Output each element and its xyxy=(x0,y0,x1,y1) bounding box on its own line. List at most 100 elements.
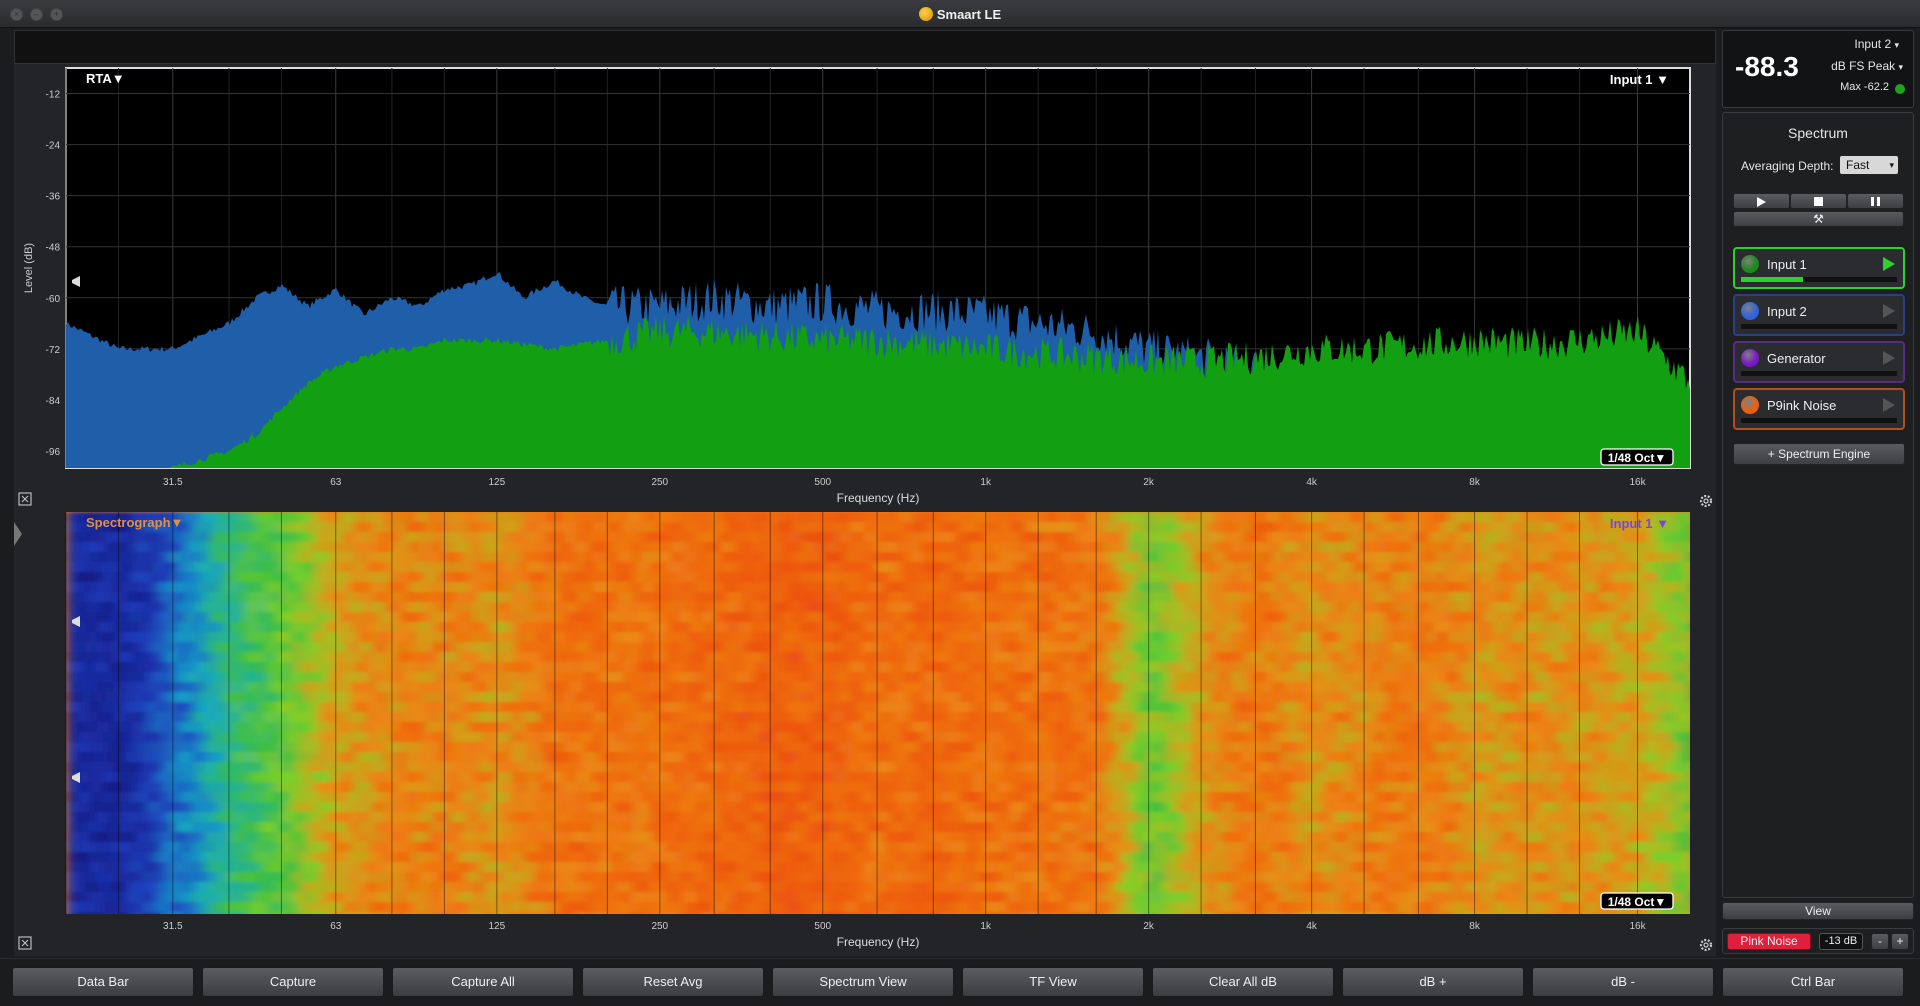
spectrograph-cell xyxy=(486,752,493,763)
spectrograph-cell xyxy=(150,602,157,613)
spectrograph-cell xyxy=(666,592,673,603)
spectrograph-cell xyxy=(300,542,307,553)
spectrograph-cell xyxy=(72,532,79,543)
spectrograph-cell xyxy=(66,762,73,773)
spectrograph-cell xyxy=(504,842,511,853)
spectrograph-cell xyxy=(192,682,199,693)
spectrograph-cell xyxy=(300,592,307,603)
spectrograph-cell xyxy=(636,582,643,593)
collapse-handle-icon[interactable] xyxy=(14,522,22,546)
spectrograph-cell xyxy=(738,732,745,743)
spectrograph-cell xyxy=(468,522,475,533)
spectrograph-cell xyxy=(474,862,481,873)
spectrograph-cell xyxy=(198,812,205,823)
spectrograph-cell xyxy=(690,682,697,693)
spectrograph-cell xyxy=(720,812,727,823)
spectrograph-cell xyxy=(696,642,703,653)
spectrograph-cell xyxy=(318,852,325,863)
spectrograph-cell xyxy=(132,862,139,873)
spectrograph-cell xyxy=(192,802,199,813)
spectrograph-cell xyxy=(522,662,529,673)
spectrograph-cell xyxy=(252,622,259,633)
spectrograph-cell xyxy=(630,832,637,843)
spectrograph-plot[interactable]: 31.5 63 125 250 500 1k 2k 4k 8k 16k Spectrograph▼… xyxy=(18,512,1713,952)
spectrograph-cell xyxy=(444,632,451,643)
spectrograph-cell xyxy=(768,672,775,683)
spectrograph-cell xyxy=(168,892,175,903)
spectrograph-cell xyxy=(234,662,241,673)
spectrograph-cell xyxy=(246,622,253,633)
rta-close-icon[interactable] xyxy=(18,492,32,506)
spectrograph-cell xyxy=(342,862,349,873)
spectrograph-cell xyxy=(492,792,499,803)
spectrograph-cell xyxy=(738,722,745,733)
spectrograph-cell xyxy=(288,532,295,543)
spectrograph-cell xyxy=(546,842,553,853)
rta-input-label[interactable]: Input 1 ▼ xyxy=(1610,72,1669,87)
spectrograph-cell xyxy=(732,512,739,523)
spectrograph-cell xyxy=(144,832,151,843)
spectrograph-cell xyxy=(570,712,577,723)
spectrograph-cell xyxy=(510,622,517,633)
spectrograph-cell xyxy=(186,742,193,753)
spectrograph-cell xyxy=(222,912,229,914)
spectrograph-cell xyxy=(156,832,163,843)
spectrograph-cell xyxy=(66,862,73,873)
spectrograph-cell xyxy=(198,672,205,683)
spectrograph-cell xyxy=(504,802,511,813)
spectrograph-cell xyxy=(564,632,571,643)
spectrograph-cell xyxy=(780,552,787,563)
spectrograph-cell xyxy=(144,672,151,683)
spectrograph-cell xyxy=(144,532,151,543)
spectrograph-cell xyxy=(738,902,745,913)
spectrograph-cell xyxy=(168,852,175,863)
spectrograph-cell xyxy=(540,882,547,893)
spectrograph-cell xyxy=(696,612,703,623)
spectrograph-cell xyxy=(690,652,697,663)
spectrograph-cell xyxy=(390,562,397,573)
spectrograph-cell xyxy=(276,702,283,713)
spectrograph-cell xyxy=(768,852,775,863)
spectrograph-cell xyxy=(186,872,193,883)
spectrograph-cell xyxy=(120,762,127,773)
spectrograph-cell xyxy=(96,572,103,583)
spectrograph-cell xyxy=(276,542,283,553)
spectrograph-cell xyxy=(360,702,367,713)
spectrograph-cell xyxy=(72,822,79,833)
spectrograph-cell xyxy=(522,882,529,893)
spectrograph-cell xyxy=(378,532,385,543)
spectrograph-cell xyxy=(426,602,433,613)
spectrograph-cell xyxy=(684,572,691,583)
spectrograph-cell xyxy=(72,572,79,583)
spectrograph-cell xyxy=(552,772,559,783)
spectrograph-cell xyxy=(282,592,289,603)
spectrograph-cell xyxy=(558,802,565,813)
rta-plot[interactable]: -12-24-36-48-60-72-84-96 31.5 63 125 250 500… xyxy=(14,67,1713,546)
spectrograph-cell xyxy=(402,702,409,713)
spectrograph-cell xyxy=(312,622,319,633)
rta-settings-gear-icon[interactable] xyxy=(1699,494,1713,508)
spectrograph-cell xyxy=(264,552,271,563)
spectrograph-cell xyxy=(216,582,223,593)
rta-resolution-label[interactable]: 1/48 Oct▼ xyxy=(1608,451,1667,465)
spectrograph-cell xyxy=(762,672,769,683)
spectrograph-cell xyxy=(576,812,583,823)
spectrograph-cell xyxy=(432,792,439,803)
spectrograph-cell xyxy=(420,692,427,703)
spectrograph-cell xyxy=(768,682,775,693)
spectrograph-cell xyxy=(624,902,631,913)
spectrograph-cell xyxy=(198,912,205,914)
spectrograph-cell xyxy=(366,812,373,823)
spectrograph-cell xyxy=(498,622,505,633)
spectrograph-cell xyxy=(240,842,247,853)
spectrograph-cell xyxy=(774,642,781,653)
spectrograph-cell xyxy=(468,792,475,803)
spectrograph-cell xyxy=(588,652,595,663)
spectrograph-cell xyxy=(288,872,295,883)
spectrograph-cell xyxy=(156,622,163,633)
rta-mode-label[interactable]: RTA▼ xyxy=(86,71,125,86)
spectrograph-cell xyxy=(180,862,187,873)
spectrograph-cell xyxy=(360,842,367,853)
spectrograph-cell xyxy=(426,652,433,663)
spectrograph-cell xyxy=(192,712,199,723)
